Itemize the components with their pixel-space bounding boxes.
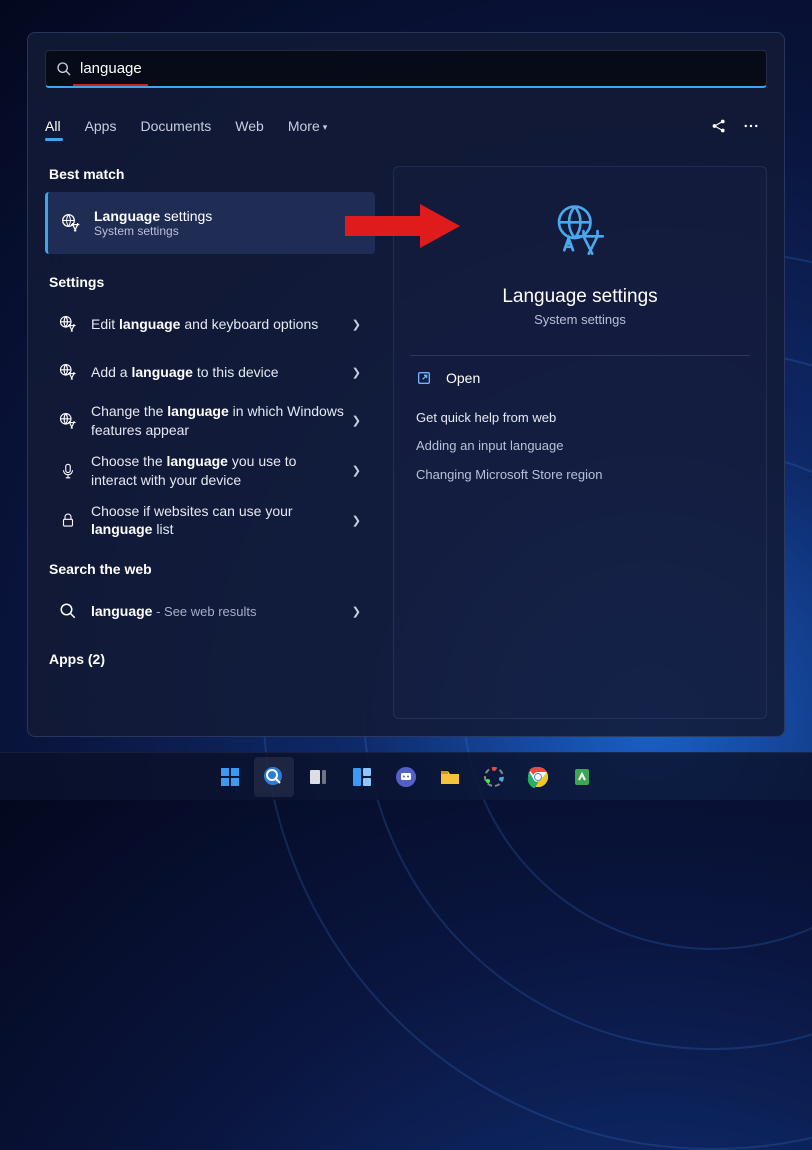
best-match-subtitle: System settings (94, 224, 212, 238)
quick-link-input-language[interactable]: Adding an input language (394, 431, 766, 460)
chevron-right-icon: ❯ (346, 366, 367, 379)
quick-link-store-region[interactable]: Changing Microsoft Store region (394, 460, 766, 489)
language-hero-icon (552, 203, 608, 264)
more-options-icon[interactable] (735, 110, 767, 142)
globe-icon (45, 363, 91, 381)
app-button-2[interactable] (562, 757, 602, 797)
app-button-1[interactable] (474, 757, 514, 797)
start-search-panel: All Apps Documents Web More▾ Best match … (27, 32, 785, 737)
chevron-right-icon: ❯ (346, 605, 367, 618)
file-explorer-button[interactable] (430, 757, 470, 797)
chevron-right-icon: ❯ (346, 414, 367, 427)
search-icon (56, 61, 72, 77)
web-result[interactable]: language - See web results ❯ (45, 587, 375, 635)
globe-icon (45, 412, 91, 430)
quick-help-header: Get quick help from web (394, 400, 766, 431)
setting-choose-language[interactable]: Choose the language you use to interact … (45, 446, 375, 496)
open-action[interactable]: Open (394, 356, 766, 400)
section-best-match: Best match (49, 166, 375, 182)
tab-apps[interactable]: Apps (85, 118, 117, 134)
widgets-button[interactable] (342, 757, 382, 797)
taskbar (0, 752, 812, 800)
task-view-button[interactable] (298, 757, 338, 797)
annotation-underline (73, 84, 148, 86)
setting-website-language[interactable]: Choose if websites can use your language… (45, 496, 375, 546)
tab-more[interactable]: More▾ (288, 118, 327, 134)
preview-subtitle: System settings (534, 312, 626, 327)
search-input[interactable] (80, 60, 756, 77)
globe-language-icon (48, 213, 94, 233)
chrome-button[interactable] (518, 757, 558, 797)
setting-change-language[interactable]: Change the language in which Windows fea… (45, 396, 375, 446)
preview-title: Language settings (502, 286, 657, 308)
share-icon[interactable] (703, 110, 735, 142)
chevron-right-icon: ❯ (346, 514, 367, 527)
tab-all[interactable]: All (45, 118, 61, 134)
tab-web[interactable]: Web (235, 118, 264, 134)
chevron-right-icon: ❯ (346, 318, 367, 331)
section-apps[interactable]: Apps (2) (49, 651, 375, 667)
preview-pane: Language settings System settings Open G… (393, 166, 767, 719)
chevron-right-icon: ❯ (346, 464, 367, 477)
best-match-result[interactable]: Language settings System settings (45, 192, 375, 254)
microphone-icon (45, 462, 91, 480)
search-button[interactable] (254, 757, 294, 797)
results-list: Best match Language settings System sett… (45, 166, 385, 719)
setting-edit-language[interactable]: Edit language and keyboard options ❯ (45, 300, 375, 348)
open-icon (416, 370, 432, 386)
start-button[interactable] (210, 757, 250, 797)
search-icon (45, 602, 91, 620)
search-box[interactable] (45, 50, 767, 88)
lock-icon (45, 511, 91, 529)
globe-icon (45, 315, 91, 333)
best-match-title: Language settings (94, 208, 212, 224)
setting-add-language[interactable]: Add a language to this device ❯ (45, 348, 375, 396)
tab-documents[interactable]: Documents (140, 118, 211, 134)
section-settings: Settings (49, 274, 375, 290)
chat-button[interactable] (386, 757, 426, 797)
section-search-web: Search the web (49, 561, 375, 577)
filter-tabs: All Apps Documents Web More▾ (45, 110, 767, 142)
